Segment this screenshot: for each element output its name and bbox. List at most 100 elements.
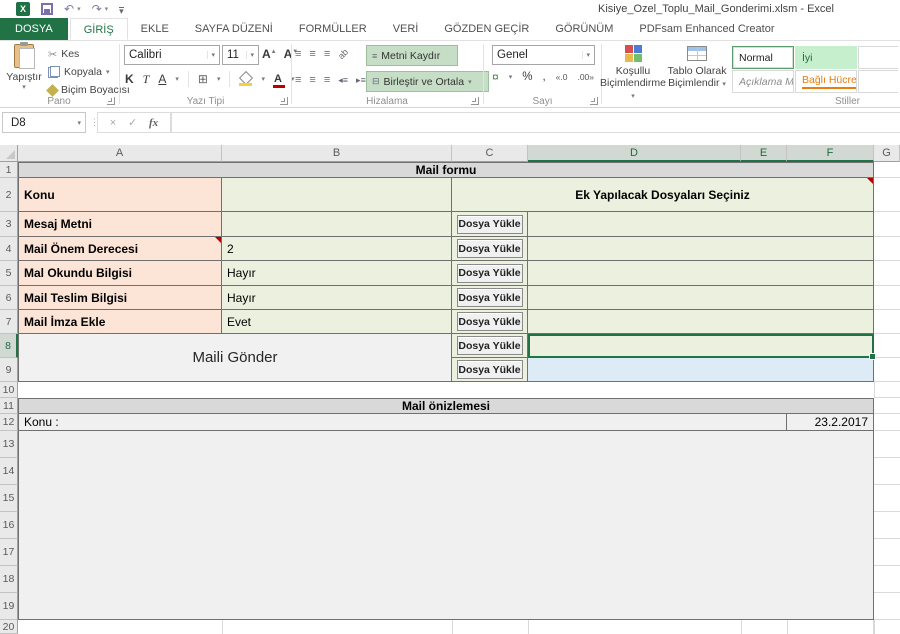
cell-label-okundu-bilgisi[interactable]: Mal Okundu Bilgisi — [18, 261, 222, 286]
cut-button[interactable]: ✂Kes — [48, 45, 130, 63]
cell-g1[interactable] — [874, 162, 900, 178]
orientation-icon[interactable]: ab — [336, 47, 350, 61]
font-size-combo[interactable]: 11▾ — [222, 45, 259, 65]
underline-dropdown-icon[interactable]: ▾ — [175, 75, 179, 83]
column-header-d[interactable]: D — [528, 145, 741, 162]
borders-dropdown-icon[interactable]: ▾ — [217, 75, 221, 83]
font-dialog-launcher-icon[interactable] — [280, 97, 288, 105]
upload-file-button[interactable]: Dosya Yükle — [457, 264, 523, 283]
style-linked-cell[interactable]: Bağlı Hücre — [795, 70, 857, 93]
tab-view[interactable]: GÖRÜNÜM — [542, 18, 626, 40]
tab-review[interactable]: GÖZDEN GEÇİR — [431, 18, 542, 40]
decrease-indent-icon[interactable]: ◂≡ — [338, 75, 348, 86]
save-icon[interactable] — [41, 3, 53, 15]
cell-g12[interactable] — [874, 414, 900, 431]
cell-g11[interactable] — [874, 398, 900, 414]
row-header-11[interactable]: 11 — [0, 398, 18, 414]
cell-g4[interactable] — [874, 237, 900, 261]
tab-insert[interactable]: EKLE — [128, 18, 182, 40]
tab-home[interactable]: GİRİŞ — [70, 18, 128, 40]
cell-g6[interactable] — [874, 286, 900, 310]
decrease-decimal-icon[interactable]: .00» — [577, 72, 594, 82]
row-header-6[interactable]: 6 — [0, 286, 18, 310]
row-header-2[interactable]: 2 — [0, 178, 18, 212]
cancel-icon[interactable]: × — [110, 117, 116, 129]
row-header-5[interactable]: 5 — [0, 261, 18, 286]
row-header-12[interactable]: 12 — [0, 414, 18, 431]
cell-preview-subject[interactable]: Konu : — [18, 414, 787, 431]
cell-value-konu[interactable] — [222, 178, 452, 212]
row-header-13[interactable]: 13 — [0, 431, 18, 458]
merge-center-button[interactable]: ⊟ Birleştir ve Ortala ▾ — [366, 71, 489, 92]
cell-label-mesaj-metni[interactable]: Mesaj Metni — [18, 212, 222, 237]
cell-d8-selected[interactable] — [528, 334, 874, 358]
cell-attach-header[interactable]: Ek Yapılacak Dosyaları Seçiniz — [452, 178, 874, 212]
row-header-18[interactable]: 18 — [0, 566, 18, 593]
cell-value-mesaj-metni[interactable] — [222, 212, 452, 237]
style-normal[interactable]: Normal — [732, 46, 794, 69]
cell-g19[interactable] — [874, 593, 900, 620]
column-header-b[interactable]: B — [222, 145, 452, 162]
cell-label-konu[interactable]: Konu — [18, 178, 222, 212]
cell-label-onem-derecesi[interactable]: Mail Önem Derecesi — [18, 237, 222, 261]
formula-input[interactable] — [171, 112, 900, 133]
row-header-9[interactable]: 9 — [0, 358, 18, 382]
cell-value-okundu-bilgisi[interactable]: Hayır — [222, 261, 452, 286]
upload-file-button[interactable]: Dosya Yükle — [457, 336, 523, 355]
align-left-icon[interactable]: ≡ — [295, 74, 301, 86]
select-all-corner[interactable] — [0, 145, 18, 162]
italic-button[interactable]: T — [143, 72, 150, 87]
upload-file-button[interactable]: Dosya Yükle — [457, 215, 523, 234]
column-header-a[interactable]: A — [18, 145, 222, 162]
conditional-formatting-button[interactable]: Koşullu Biçimlendirme ▾ — [602, 43, 664, 105]
style-partial[interactable] — [858, 46, 898, 69]
number-format-combo[interactable]: Genel▾ — [492, 45, 595, 65]
row-header-17[interactable]: 17 — [0, 539, 18, 566]
send-mail-button[interactable]: Maili Gönder — [18, 334, 452, 382]
cell-g10[interactable] — [874, 382, 900, 398]
insert-function-icon[interactable]: fx — [149, 117, 158, 129]
borders-button[interactable]: ⊞ — [198, 72, 208, 86]
redo-dropdown-icon[interactable]: ▾ — [105, 5, 109, 13]
row-header-14[interactable]: 14 — [0, 458, 18, 485]
row-20-cells[interactable] — [18, 620, 874, 634]
row-header-19[interactable]: 19 — [0, 593, 18, 620]
cell-g3[interactable] — [874, 212, 900, 237]
redo-button[interactable]: ↷ — [92, 2, 102, 16]
accounting-format-icon[interactable]: ¤ — [492, 70, 499, 84]
cell-g2[interactable] — [874, 178, 900, 212]
cell-preview-body[interactable] — [18, 431, 874, 620]
undo-dropdown-icon[interactable]: ▾ — [77, 5, 81, 13]
number-dialog-launcher-icon[interactable] — [590, 97, 598, 105]
name-box[interactable]: D8▾ — [2, 112, 86, 133]
increase-decimal-icon[interactable]: «.0 — [556, 72, 568, 82]
style-explanatory[interactable]: Açıklama Me... — [732, 70, 794, 93]
column-header-g[interactable]: G — [874, 145, 900, 162]
cell-value-teslim-bilgisi[interactable]: Hayır — [222, 286, 452, 310]
clipboard-dialog-launcher-icon[interactable] — [107, 97, 115, 105]
cell-attach-slot-2[interactable] — [528, 237, 874, 261]
row-header-3[interactable]: 3 — [0, 212, 18, 237]
cell-attach-slot-4[interactable] — [528, 286, 874, 310]
cell-g17[interactable] — [874, 539, 900, 566]
paste-dropdown-icon[interactable]: ▾ — [22, 83, 26, 91]
font-name-combo[interactable]: Calibri▾ — [124, 45, 220, 65]
format-as-table-button[interactable]: Tablo Olarak Biçimlendir ▾ — [666, 43, 728, 105]
cell-label-imza-ekle[interactable]: Mail İmza Ekle — [18, 310, 222, 334]
undo-button[interactable]: ↶ — [64, 2, 74, 16]
tab-data[interactable]: VERİ — [380, 18, 432, 40]
upload-file-button[interactable]: Dosya Yükle — [457, 239, 523, 258]
row-header-20[interactable]: 20 — [0, 620, 18, 634]
tab-file[interactable]: DOSYA — [0, 18, 68, 40]
bold-button[interactable]: K — [125, 72, 134, 86]
cell-g14[interactable] — [874, 458, 900, 485]
cell-g5[interactable] — [874, 261, 900, 286]
cell-g9[interactable] — [874, 358, 900, 382]
row-header-10[interactable]: 10 — [0, 382, 18, 398]
customize-qat-icon[interactable]: ▾ — [119, 7, 124, 15]
cell-attach-slot-5[interactable] — [528, 310, 874, 334]
column-header-f[interactable]: F — [787, 145, 874, 162]
align-right-icon[interactable]: ≡ — [324, 74, 330, 86]
font-color-icon[interactable]: A — [274, 74, 282, 84]
enter-icon[interactable]: ✓ — [128, 116, 137, 129]
